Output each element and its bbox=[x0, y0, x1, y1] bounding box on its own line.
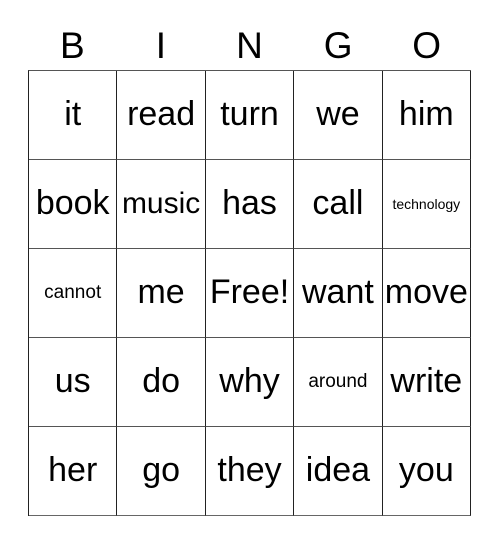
bingo-cell[interactable]: do bbox=[117, 338, 206, 427]
bingo-cell[interactable]: they bbox=[205, 427, 295, 516]
bingo-cell-label: us bbox=[54, 362, 91, 401]
bingo-cell[interactable]: around bbox=[294, 338, 383, 427]
bingo-cell-label: cannot bbox=[44, 282, 102, 304]
bingo-header-letter-g: G bbox=[323, 24, 353, 66]
bingo-cell[interactable]: music bbox=[117, 160, 206, 249]
bingo-cell-label: go bbox=[142, 451, 181, 490]
bingo-cell-label: around bbox=[308, 371, 368, 393]
bingo-cell-label: want bbox=[302, 273, 374, 312]
bingo-cell[interactable]: call bbox=[294, 160, 383, 249]
bingo-cell-label: call bbox=[312, 184, 364, 223]
bingo-cell[interactable]: us bbox=[29, 338, 118, 427]
bingo-cell-label: music bbox=[121, 187, 201, 221]
bingo-cell-label: book bbox=[35, 184, 110, 223]
bingo-cell[interactable]: move bbox=[382, 249, 472, 338]
bingo-cell[interactable]: read bbox=[117, 71, 206, 160]
bingo-row: book music has call technology bbox=[29, 160, 472, 249]
bingo-cell[interactable]: it bbox=[29, 71, 118, 160]
bingo-cell[interactable]: we bbox=[294, 71, 383, 160]
bingo-cell[interactable]: turn bbox=[205, 71, 295, 160]
bingo-cell[interactable]: him bbox=[382, 71, 472, 160]
bingo-row: her go they idea you bbox=[29, 427, 472, 516]
bingo-cell-label: him bbox=[398, 95, 454, 134]
bingo-row: it read turn we him bbox=[29, 71, 472, 160]
bingo-cell[interactable]: go bbox=[117, 427, 206, 516]
bingo-cell[interactable]: technology bbox=[382, 160, 472, 249]
bingo-cell-label: move bbox=[384, 273, 468, 312]
bingo-cell-label: it bbox=[64, 95, 82, 134]
bingo-cell-label: they bbox=[217, 451, 282, 490]
bingo-header-letter-i: I bbox=[155, 24, 167, 66]
bingo-header-letter-o: O bbox=[412, 24, 442, 66]
bingo-cell[interactable]: me bbox=[117, 249, 206, 338]
bingo-cell-label: we bbox=[316, 95, 360, 134]
bingo-cell[interactable]: cannot bbox=[29, 249, 118, 338]
bingo-cell-label: me bbox=[137, 273, 185, 312]
bingo-cell-label: her bbox=[48, 451, 98, 490]
bingo-cell[interactable]: has bbox=[205, 160, 295, 249]
bingo-cell[interactable]: her bbox=[29, 427, 118, 516]
bingo-cell[interactable]: why bbox=[205, 338, 295, 427]
bingo-cell-label: read bbox=[127, 95, 196, 134]
bingo-card: B I N G O it read turn we him book music… bbox=[28, 20, 472, 516]
bingo-cell-label: do bbox=[142, 362, 181, 401]
bingo-cell-label: technology bbox=[392, 195, 461, 212]
bingo-cell-free-space[interactable]: Free! bbox=[205, 249, 295, 338]
bingo-cell-label: you bbox=[398, 451, 454, 490]
bingo-cell-label: idea bbox=[305, 451, 371, 490]
bingo-header-row: B I N G O bbox=[28, 20, 471, 70]
bingo-row: us do why around write bbox=[29, 338, 472, 427]
bingo-cell-label: write bbox=[390, 362, 463, 401]
bingo-grid: it read turn we him book music has call … bbox=[28, 70, 472, 516]
bingo-cell-label: turn bbox=[220, 95, 279, 134]
bingo-header-letter-n: N bbox=[236, 24, 263, 66]
bingo-cell-label: Free! bbox=[209, 273, 290, 312]
bingo-cell[interactable]: write bbox=[382, 338, 472, 427]
bingo-cell[interactable]: book bbox=[29, 160, 118, 249]
bingo-row: cannot me Free! want move bbox=[29, 249, 472, 338]
bingo-cell[interactable]: you bbox=[382, 427, 472, 516]
bingo-cell-label: has bbox=[222, 184, 277, 223]
bingo-cell[interactable]: want bbox=[294, 249, 383, 338]
bingo-cell[interactable]: idea bbox=[294, 427, 383, 516]
bingo-cell-label: why bbox=[219, 362, 280, 401]
bingo-header-letter-b: B bbox=[59, 24, 85, 66]
